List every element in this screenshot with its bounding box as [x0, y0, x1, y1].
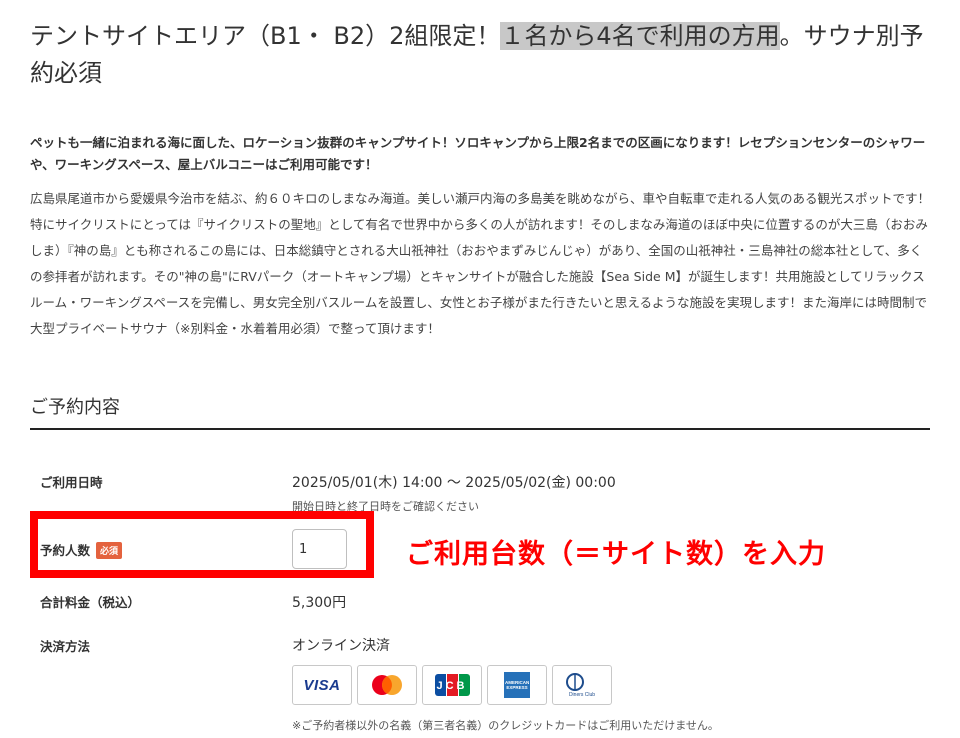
- payment-label: 決済方法: [40, 639, 91, 654]
- amex-card-logo: AMERICAN EXPRESS: [487, 665, 547, 705]
- visa-icon: VISA: [303, 676, 341, 694]
- card-brand-list: VISA JCB AMERICAN EXPRESS Diners Club: [292, 665, 612, 705]
- total-value: 5,300円: [292, 595, 347, 611]
- amex-label: AMERICAN EXPRESS: [505, 680, 530, 690]
- mastercard-card-logo: [357, 665, 417, 705]
- jcb-card-logo: JCB: [422, 665, 482, 705]
- annotation-text: ご利用台数（＝サイト数）を入力: [406, 539, 826, 570]
- description-text: 広島県尾道市から愛媛県今治市を結ぶ、約６０キロのしまなみ海道。美しい瀬戸内海の多…: [30, 191, 931, 336]
- amex-icon: AMERICAN EXPRESS: [504, 672, 530, 698]
- title-prefix: テントサイトエリア（B1・ B2）2組限定！: [30, 22, 501, 50]
- total-label: 合計料金（税込）: [40, 595, 141, 610]
- page-title: テントサイトエリア（B1・ B2）2組限定！１名から4名で利用の方用。サウナ別予…: [30, 18, 930, 92]
- payment-value: オンライン決済: [292, 638, 390, 654]
- visa-card-logo: VISA: [292, 665, 352, 705]
- mastercard-icon: [372, 675, 402, 695]
- lead-text: ペットも一緒に泊まれる海に面した、ロケーション抜群のキャンプサイト！ソロキャンプ…: [30, 135, 926, 172]
- date-value: 2025/05/01(木) 14:00 〜 2025/05/02(金) 00:0…: [292, 475, 616, 491]
- annotation-highlight-box: [30, 511, 374, 578]
- title-highlight: １名から4名で利用の方用: [500, 22, 780, 50]
- date-label: ご利用日時: [40, 475, 103, 490]
- diners-card-logo: Diners Club: [552, 665, 612, 705]
- section-divider: [30, 428, 930, 430]
- card-note: ※ご予約者様以外の名義（第三者名義）のクレジットカードはご利用いただけません。: [292, 719, 719, 732]
- jcb-label: JCB: [436, 679, 468, 692]
- section-title: ご予約内容: [30, 397, 120, 418]
- diners-label: Diners Club: [568, 692, 596, 698]
